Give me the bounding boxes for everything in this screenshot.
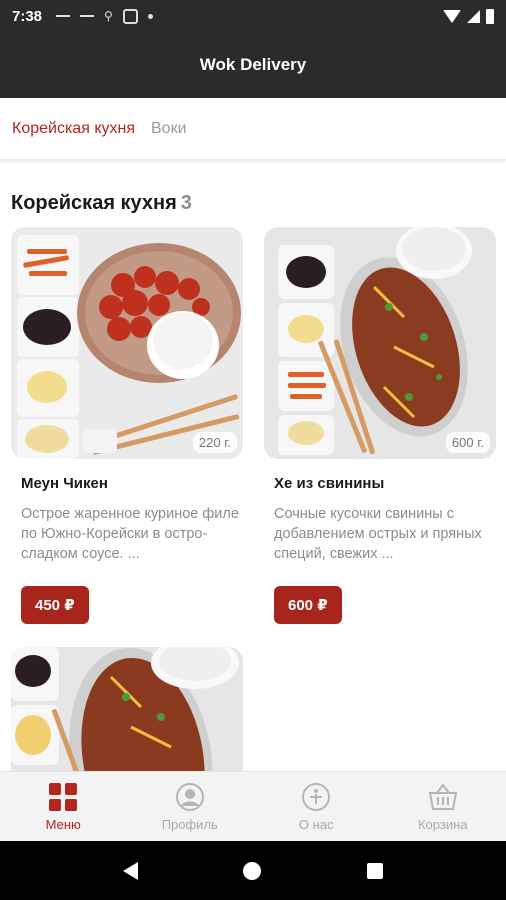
product-photo [11,647,243,771]
home-icon[interactable] [243,861,262,880]
tab-woks[interactable]: Воки [151,120,187,138]
app-title: Wok Delivery [199,55,307,74]
back-icon[interactable] [122,861,138,880]
nav-label: Корзина [417,817,468,832]
section-title-text: Корейская кухня [11,192,177,214]
nav-about[interactable]: О нас [253,772,380,841]
product-description: Острое жаренное куриное филе по Южно-Кор… [21,506,239,562]
nav-label: О нас [298,817,334,832]
battery-icon [486,8,494,24]
tab-korean-cuisine[interactable]: Корейская кухня [12,120,135,138]
nav-label: Профиль [161,817,218,832]
notification-dash-icon [56,15,71,17]
usb-icon: ⚲ [104,9,113,23]
product-card[interactable]: 600 г. Хе из свинины Сочные кусочки свин… [264,227,496,624]
pork-he-photo [264,227,496,459]
product-image[interactable]: 600 г. [264,227,496,459]
menu-grid-icon [47,781,79,813]
product-image[interactable]: 220 г. [11,227,243,459]
product-name: Меун Чикен [21,475,108,492]
nav-cart[interactable]: Корзина [380,772,506,841]
product-image[interactable] [11,647,243,771]
app-bar: Wok Delivery [0,32,506,98]
meun-chicken-photo [11,227,243,459]
weight-badge: 220 г. [192,432,237,453]
recent-apps-icon[interactable] [367,862,384,879]
more-notifications-icon [147,13,153,19]
add-to-cart-button[interactable]: 600 ₽ [274,586,342,624]
nav-menu[interactable]: Меню [0,772,127,841]
status-bar: 7:38 ⚲ [0,0,506,32]
weight-badge: 600 г. [445,432,490,453]
product-card[interactable]: 220 г. Меун Чикен Острое жаренное курино… [11,227,243,624]
wifi-icon [443,9,461,23]
notification-icons: ⚲ [56,8,153,24]
product-card[interactable] [11,647,243,771]
category-tabs: Корейская кухня Воки [0,98,506,160]
basket-icon [427,781,459,813]
add-to-cart-button[interactable]: 450 ₽ [21,586,89,624]
signal-icon [467,9,480,23]
bottom-navigation: Меню Профиль О нас Корзина [0,771,506,841]
notification-dash-icon [80,15,95,17]
status-time: 7:38 [12,7,43,25]
nav-profile[interactable]: Профиль [127,772,254,841]
product-description: Сочные кусочки свинины с добавлением ост… [274,506,482,562]
section-title: Корейская кухня 3 [11,192,192,215]
about-icon [300,781,332,813]
system-navigation-bar [0,841,506,900]
system-icons [443,8,494,24]
app-notification-icon [122,8,138,24]
profile-icon [174,781,206,813]
nav-label: Меню [45,817,81,832]
section-count: 3 [180,192,192,214]
product-name: Хе из свинины [274,475,385,492]
